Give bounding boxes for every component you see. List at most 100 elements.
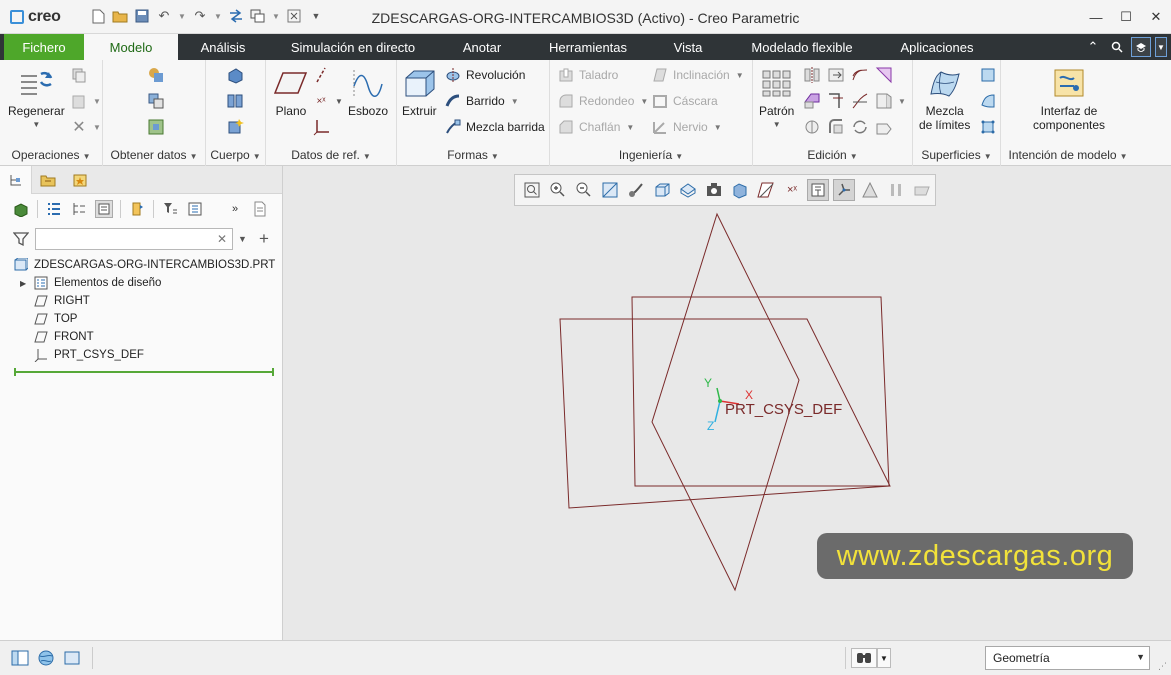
copy-geometry-icon[interactable] [147, 92, 165, 110]
tab-modelo[interactable]: Modelo [84, 34, 178, 60]
filter-icon[interactable] [12, 230, 30, 248]
selection-filter-select[interactable]: Geometría ▼ [985, 646, 1150, 670]
tab-vista[interactable]: Vista [650, 34, 726, 60]
expand-tree-icon[interactable] [70, 200, 88, 218]
tree-columns-icon[interactable] [45, 200, 63, 218]
plano-button[interactable]: Plano [274, 66, 308, 118]
saved-orientations-icon[interactable] [651, 179, 673, 201]
fill-surface-icon[interactable] [979, 66, 997, 84]
datum-axis-icon[interactable] [312, 66, 330, 84]
superficies-label[interactable]: Superficies ▼ [913, 148, 1000, 162]
replace-icon[interactable] [851, 118, 869, 136]
redondeo-dropdown-icon[interactable]: ▼ [640, 97, 648, 106]
style-surface-icon[interactable] [979, 92, 997, 110]
inclinacion-dropdown-icon[interactable]: ▼ [736, 71, 744, 80]
expand-arrow-icon[interactable]: ▶ [20, 279, 30, 288]
copy-icon[interactable] [70, 66, 88, 84]
mirror-icon[interactable] [803, 66, 821, 84]
annotation-display-icon[interactable] [807, 179, 829, 201]
folder-browser-tab[interactable] [32, 166, 64, 194]
tree-item-right[interactable]: RIGHT [0, 292, 282, 310]
tree-item-csys[interactable]: PRT_CSYS_DEF [0, 346, 282, 364]
extend-icon[interactable] [827, 66, 845, 84]
minimize-button[interactable]: — [1081, 0, 1111, 34]
datum-point-dropdown-icon[interactable]: ▼ [330, 92, 348, 110]
freestyle-icon[interactable] [979, 118, 997, 136]
repaint-icon[interactable] [599, 179, 621, 201]
help-dropdown-icon[interactable]: ▼ [1155, 37, 1167, 57]
add-filter-icon[interactable]: + [259, 229, 269, 249]
toolkit-icon[interactable] [875, 118, 893, 136]
taladro-button[interactable]: Taladro [558, 67, 618, 83]
search-icon[interactable] [1107, 37, 1127, 57]
split-body-icon[interactable] [226, 92, 244, 110]
insert-indicator[interactable] [14, 368, 274, 376]
ingenieria-label[interactable]: Ingeniería ▼ [550, 148, 752, 162]
tab-analisis[interactable]: Análisis [178, 34, 268, 60]
chaflan-dropdown-icon[interactable]: ▼ [626, 123, 634, 132]
clear-search-icon[interactable]: ✕ [217, 232, 227, 246]
favorites-tab[interactable] [64, 166, 96, 194]
datos-ref-label[interactable]: Datos de ref. ▼ [266, 148, 396, 162]
zoom-out-icon[interactable] [573, 179, 595, 201]
show-body-icon[interactable] [12, 200, 30, 218]
regenerar-button[interactable]: Regenerar ▼ [8, 66, 65, 132]
datum-points-display-icon[interactable]: ×ˣ [781, 179, 803, 201]
delete-icon[interactable]: ✕ [70, 118, 88, 136]
revolucion-button[interactable]: Revolución [445, 67, 525, 83]
new-body-icon[interactable] [226, 118, 244, 136]
coordinate-system-icon[interactable] [312, 118, 330, 136]
barrido-dropdown-icon[interactable]: ▼ [511, 97, 519, 106]
mezcla-de-limites-button[interactable]: Mezcla de límites [919, 66, 970, 132]
paste-icon[interactable] [70, 92, 88, 110]
project-icon[interactable] [875, 66, 893, 84]
tree-item-part[interactable]: ZDESCARGAS-ORG-INTERCAMBIOS3D.PRT [0, 256, 282, 274]
view-manager-icon[interactable] [677, 179, 699, 201]
resize-grip-icon[interactable]: ⋰ [1158, 661, 1167, 672]
perspective-view-icon[interactable] [703, 179, 725, 201]
layer-tree-icon[interactable] [186, 200, 204, 218]
edicion-more-dropdown-icon[interactable]: ▼ [893, 92, 911, 110]
tree-item-design-items[interactable]: ▶ Elementos de diseño [0, 274, 282, 292]
offset-icon[interactable] [851, 66, 869, 84]
tab-herramientas[interactable]: Herramientas [526, 34, 650, 60]
search-options-dropdown-icon[interactable]: ▼ [238, 234, 248, 244]
trim-icon[interactable] [803, 92, 821, 110]
model-tree-tab[interactable] [0, 166, 32, 194]
tree-settings-icon[interactable] [95, 200, 113, 218]
user-defined-feature-icon[interactable] [147, 66, 165, 84]
operaciones-label[interactable]: Operaciones ▼ [0, 148, 102, 162]
inclinacion-button[interactable]: Inclinación ▼ [652, 67, 744, 83]
wrap-icon[interactable] [827, 118, 845, 136]
tree-item-front[interactable]: FRONT [0, 328, 282, 346]
find-dropdown-icon[interactable]: ▼ [877, 648, 891, 668]
graphics-window[interactable]: ×ˣ Y X Z PRT_CSYS_DEF www.zdescargas.org [284, 166, 1171, 640]
display-style-icon[interactable] [625, 179, 647, 201]
section-icon[interactable] [729, 179, 751, 201]
tree-search-input[interactable] [36, 229, 211, 249]
show-icon[interactable] [128, 200, 146, 218]
barrido-button[interactable]: Barrido ▼ [445, 93, 519, 109]
mezcla-barrida-button[interactable]: Mezcla barrida [445, 119, 545, 135]
csys-display-icon[interactable] [833, 179, 855, 201]
shrinkwrap-icon[interactable] [147, 118, 165, 136]
thicken-icon[interactable] [803, 118, 821, 136]
redondeo-button[interactable]: Redondeo ▼ [558, 93, 648, 109]
selection-filter-dropdown-icon[interactable]: ▼ [1136, 652, 1145, 662]
tab-simulacion[interactable]: Simulación en directo [268, 34, 438, 60]
stop-icon[interactable] [911, 179, 933, 201]
zoom-in-icon[interactable] [547, 179, 569, 201]
spin-center-icon[interactable] [859, 179, 881, 201]
datum-display-icon[interactable] [755, 179, 777, 201]
maximize-button[interactable]: ☐ [1111, 0, 1141, 34]
merge-icon[interactable] [851, 92, 869, 110]
tree-filter-icon[interactable] [161, 200, 179, 218]
nervio-dropdown-icon[interactable]: ▼ [714, 123, 722, 132]
toggle-navigator-icon[interactable] [10, 648, 30, 668]
tab-aplicaciones[interactable]: Aplicaciones [878, 34, 996, 60]
intencion-modelo-label[interactable]: Intención de modelo ▼ [1001, 148, 1135, 162]
esbozo-button[interactable]: Esbozo [348, 66, 388, 118]
extruir-button[interactable]: Extruir [402, 66, 437, 118]
cuerpo-label[interactable]: Cuerpo ▼ [206, 148, 265, 162]
refit-icon[interactable] [521, 179, 543, 201]
